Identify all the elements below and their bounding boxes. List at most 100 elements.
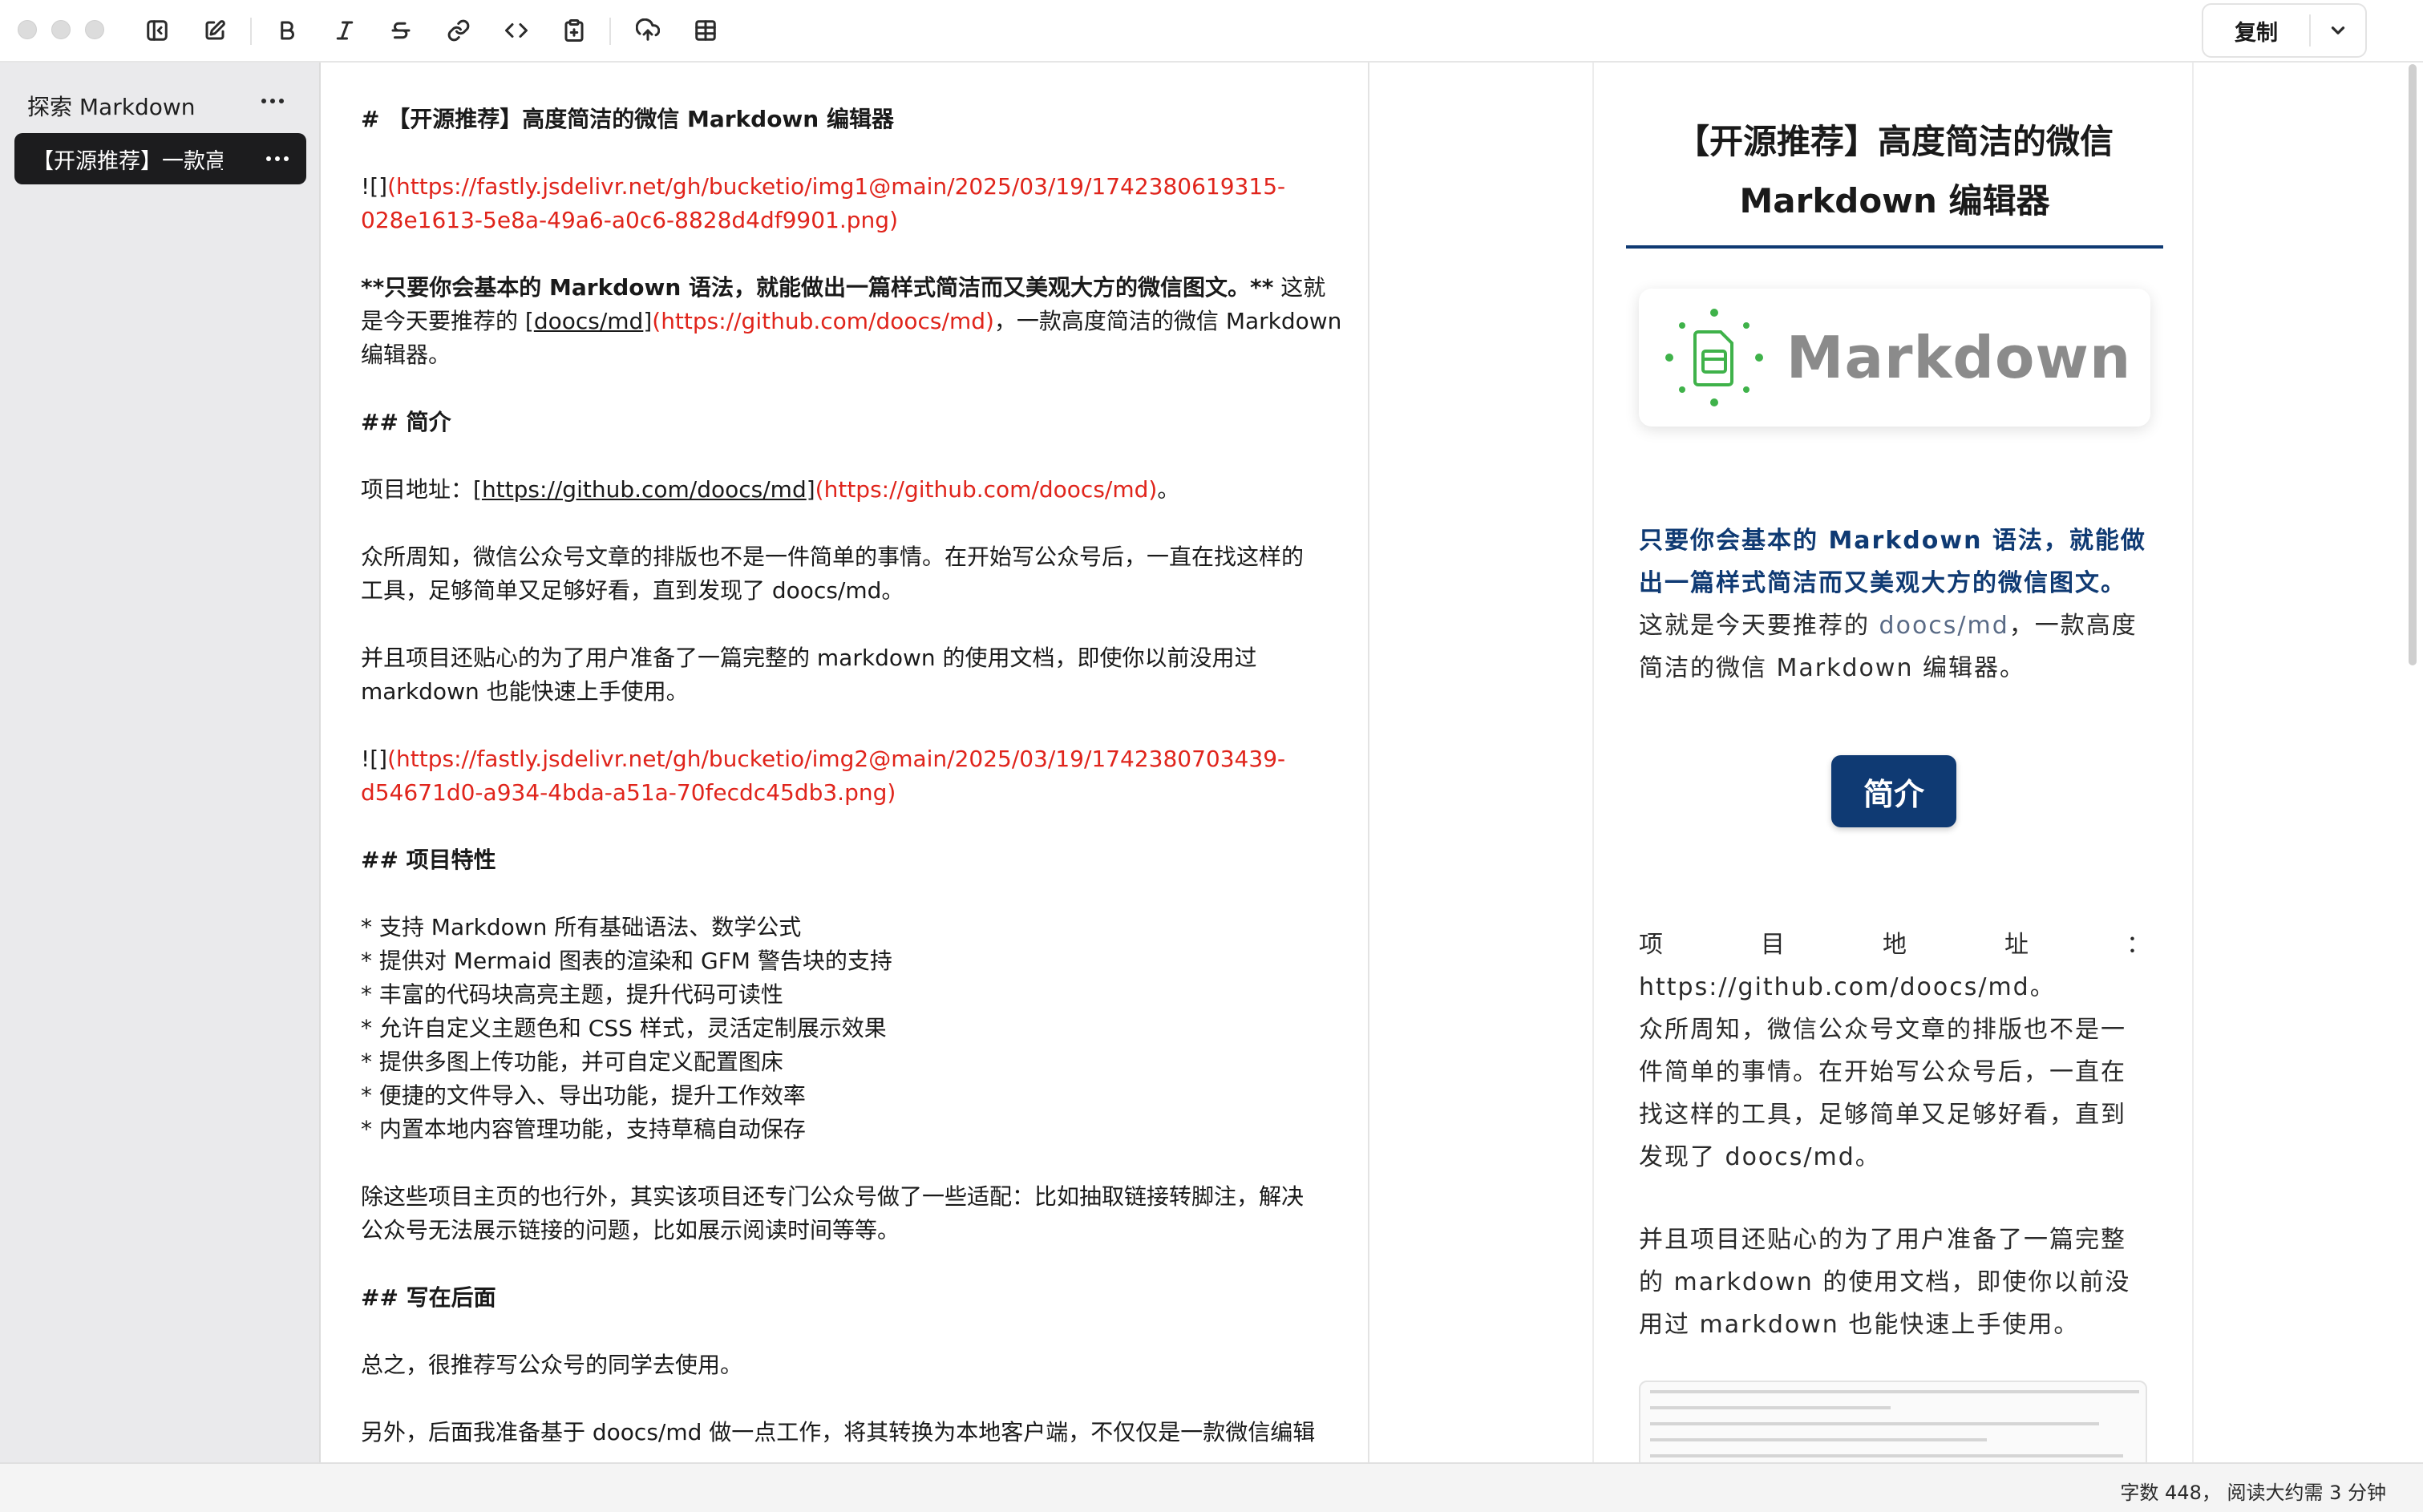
preview-text: https://github.com/doocs/md。 [1639, 973, 2056, 1001]
editor-text: 除这些项目主页的也行外，其实该项目还专门公众号做了一些适配：比如抽取链接转脚注，… [361, 1183, 1305, 1210]
editor-img-url: (https://fastly.jsdelivr.net/gh/bucketio… [387, 746, 1286, 772]
copy-button-group: 复制 [2202, 3, 2367, 58]
section-heading-badge: 简介 [1831, 755, 1956, 827]
preview-text: 项 [1639, 931, 1665, 959]
vertical-scrollbar[interactable] [2409, 64, 2417, 665]
preview-text: 的 markdown 的使用文档，即使你以前没 [1639, 1268, 2131, 1296]
editor-text: markdown 也能快速上手使用。 [361, 678, 689, 705]
markdown-doc-icon [1658, 301, 1770, 414]
editor-h2: ## 项目特性 [361, 847, 496, 873]
preview-title: 【开源推荐】高度简洁的微信 Markdown 编辑器 [1626, 112, 2163, 231]
preview-text: 目 [1761, 931, 1786, 959]
preview-text: 并且项目还贴心的为了用户准备了一篇完整 [1639, 1226, 2126, 1254]
preview-text: 件简单的事情。在开始写公众号后，一直在 [1639, 1058, 2126, 1086]
copy-button[interactable]: 复制 [2203, 5, 2309, 56]
editor-text: 众所周知，微信公众号文章的排版也不是一件简单的事情。在开始写公众号后，一直在找这… [361, 544, 1305, 570]
preview-intro-paragraph: 只要你会基本的 Markdown 语法，就能做 出一篇样式简洁而又美观大方的微信… [1639, 519, 2152, 689]
toolbar-divider [609, 18, 611, 45]
editor-text: 公众号无法展示链接的问题，比如展示阅读时间等等。 [361, 1217, 900, 1243]
more-icon[interactable] [255, 87, 290, 115]
toolbar-divider [250, 18, 252, 45]
editor-h2: ## 简介 [361, 409, 451, 435]
editor-list-item: * 内置本地内容管理功能，支持草稿自动保存 [361, 1116, 806, 1142]
preview-paragraph: 并且项目还贴心的为了用户准备了一篇完整 的 markdown 的使用文档，即使你… [1639, 1219, 2152, 1346]
editor-text: 项目地址：[ [361, 476, 482, 503]
editor-link-url: (https://github.com/doocs/md) [652, 308, 994, 334]
preview-text: ，一款高度 [2008, 612, 2138, 640]
editor-text: 并且项目还贴心的为了用户准备了一篇完整的 markdown 的使用文档，即使你以… [361, 645, 1257, 671]
editor-text: ] [643, 308, 653, 334]
editor-text: 工具，足够简单又足够好看，直到发现了 doocs/md。 [361, 577, 904, 604]
window-minimize-button[interactable] [51, 20, 71, 39]
window-maximize-button[interactable] [85, 20, 104, 39]
markdown-logo-image: Markdown [1639, 289, 2150, 427]
window-close-button[interactable] [18, 20, 37, 39]
editor-list-item: * 丰富的代码块高亮主题，提升代码可读性 [361, 981, 783, 1008]
preview-paragraph: 众所周知，微信公众号文章的排版也不是一 件简单的事情。在开始写公众号后，一直在 … [1639, 1009, 2152, 1178]
title-divider [1626, 245, 2163, 249]
code-icon[interactable] [499, 13, 534, 48]
preview-text: ： [2126, 931, 2152, 959]
editor-bold-text: **只要你会基本的 Markdown 语法，就能做出一篇样式简洁而又美观大方的微… [361, 274, 1274, 301]
sidebar-item-label: 【开源推荐】一款高 [32, 148, 223, 174]
top-toolbar: 复制 [0, 0, 2423, 63]
word-count-status: 字数 448， 阅读大约需 3 分钟 [2120, 1482, 2386, 1504]
table-icon[interactable] [688, 13, 723, 48]
editor-img-url: 028e1613-5e8a-49a6-a0c6-8828d4df9901.png… [361, 207, 898, 233]
editor-text: 。 [1157, 476, 1180, 503]
preview-text: 简洁的微信 Markdown 编辑器。 [1639, 654, 2025, 682]
editor-text: 是今天要推荐的 [ [361, 308, 534, 334]
editor-list-item: * 便捷的文件导入、导出功能，提升工作效率 [361, 1082, 806, 1109]
editor-h1: # 【开源推荐】高度简洁的微信 Markdown 编辑器 [361, 106, 894, 132]
strikethrough-icon[interactable] [383, 13, 419, 48]
preview-text: 用过 markdown 也能快速上手使用。 [1639, 1311, 2080, 1339]
upload-icon[interactable] [630, 13, 665, 48]
preview-text: 众所周知，微信公众号文章的排版也不是一 [1639, 1016, 2126, 1044]
sidebar-item-article[interactable]: 【开源推荐】一款高 [14, 133, 306, 184]
bold-icon[interactable] [269, 13, 305, 48]
editor-img-url: d54671d0-a934-4bda-a51a-70fecdc45db3.png… [361, 779, 896, 806]
preview-title-line: Markdown 编辑器 [1739, 181, 2050, 220]
preview-address-paragraph: 项 目 地 址 ： https://github.com/doocs/md。 [1639, 924, 2152, 1009]
preview-text: 址 [2004, 931, 2030, 959]
embedded-screenshot-image [1639, 1381, 2147, 1462]
editor-img-prefix: ![] [361, 746, 388, 772]
preview-text: 发现了 doocs/md。 [1639, 1143, 1881, 1171]
editor-link-text: https://github.com/doocs/md [481, 476, 807, 503]
editor-text: 编辑器。 [361, 342, 451, 368]
status-bar: 字数 448， 阅读大约需 3 分钟 [0, 1462, 2423, 1512]
more-icon[interactable] [261, 144, 293, 173]
preview-title-line: 【开源推荐】高度简洁的微信 [1675, 122, 2114, 161]
editor-h2: ## 写在后面 [361, 1284, 496, 1311]
preview-text: 这就是今天要推荐的 [1639, 612, 1879, 640]
editor-list-item: * 支持 Markdown 所有基础语法、数学公式 [361, 914, 802, 940]
clipboard-icon[interactable] [556, 13, 592, 48]
markdown-editor[interactable]: # 【开源推荐】高度简洁的微信 Markdown 编辑器 ![](https:/… [322, 63, 1369, 1462]
sidebar-header: 探索 Markdown [27, 94, 196, 120]
editor-list-item: * 提供多图上传功能，并可自定义配置图床 [361, 1049, 783, 1075]
editor-text: ，一款高度简洁的微信 Markdown [993, 308, 1342, 334]
italic-icon[interactable] [327, 13, 362, 48]
editor-text: 另外，后面我准备基于 doocs/md 做一点工作，将其转换为本地客户端，不仅仅… [361, 1419, 1316, 1445]
preview-strong-text: 只要你会基本的 Markdown 语法，就能做 [1639, 527, 2146, 555]
editor-text: 这就 [1273, 274, 1326, 301]
sidebar-toggle-icon[interactable] [140, 13, 175, 48]
preview-link[interactable]: doocs/md [1879, 612, 2009, 640]
editor-text: 总之，很推荐写公众号的同学去使用。 [361, 1352, 743, 1378]
preview-text: 地 [1883, 931, 1908, 959]
editor-list-item: * 允许自定义主题色和 CSS 样式，灵活定制展示效果 [361, 1015, 887, 1041]
preview-text: 找这样的工具，足够简单又足够好看，直到 [1639, 1101, 2126, 1129]
link-icon[interactable] [441, 13, 476, 48]
editor-link-text: doocs/md [533, 308, 644, 334]
sidebar: 探索 Markdown 【开源推荐】一款高 [0, 63, 321, 1462]
editor-link-url: (https://github.com/doocs/md) [815, 476, 1158, 503]
edit-icon[interactable] [197, 13, 233, 48]
preview-strong-text: 出一篇样式简洁而又美观大方的微信图文。 [1639, 569, 2126, 597]
editor-list-item: * 提供对 Mermaid 图表的渲染和 GFM 警告块的支持 [361, 948, 892, 974]
chevron-down-icon[interactable] [2311, 5, 2365, 56]
editor-img-prefix: ![] [361, 173, 388, 200]
editor-img-url: (https://fastly.jsdelivr.net/gh/bucketio… [387, 173, 1286, 200]
editor-text: ] [806, 476, 815, 503]
wechat-preview[interactable]: 【开源推荐】高度简洁的微信 Markdown 编辑器 Markdown 只要你会… [1592, 63, 2194, 1462]
markdown-logo-text: Markdown [1786, 324, 2132, 391]
